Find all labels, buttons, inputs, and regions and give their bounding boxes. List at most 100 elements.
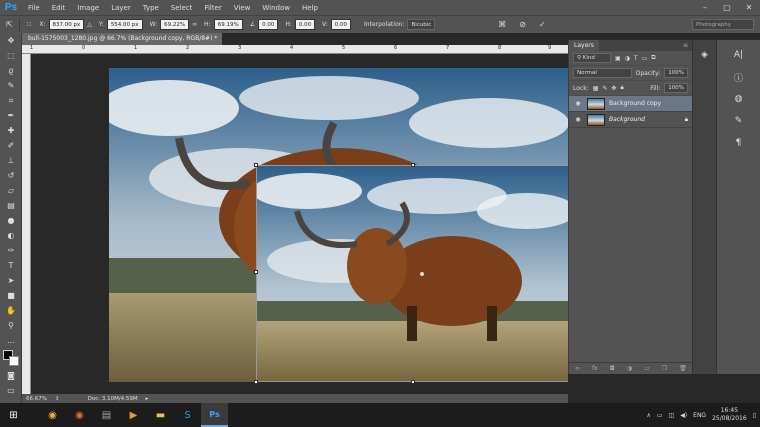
- character-panel-icon[interactable]: A|: [717, 44, 760, 66]
- layer-row[interactable]: ◉ Background copy: [569, 96, 692, 112]
- volume-icon[interactable]: ◀): [680, 412, 687, 419]
- lasso-tool-icon[interactable]: ϱ: [0, 63, 22, 78]
- more-tools-icon[interactable]: …: [0, 333, 22, 348]
- gradient-tool-icon[interactable]: ▤: [0, 198, 22, 213]
- brush-panel-icon[interactable]: ✎: [717, 110, 760, 132]
- transform-handle[interactable]: [254, 163, 258, 167]
- eyedropper-tool-icon[interactable]: ✒: [0, 108, 22, 123]
- menu-type[interactable]: Type: [137, 4, 165, 12]
- zoom-tool-icon[interactable]: ⚲: [0, 318, 22, 333]
- filter-pixel-icon[interactable]: ▣: [615, 55, 621, 62]
- language-indicator[interactable]: ENG: [693, 412, 706, 419]
- group-icon[interactable]: ▭: [644, 365, 650, 372]
- lock-paint-icon[interactable]: ✎: [602, 85, 607, 92]
- menu-image[interactable]: Image: [71, 4, 105, 12]
- hskew-field[interactable]: 0.00: [294, 19, 316, 30]
- menu-edit[interactable]: Edit: [46, 4, 72, 12]
- lock-position-icon[interactable]: ✥: [611, 85, 616, 92]
- transform-handle[interactable]: [411, 163, 415, 167]
- fill-field[interactable]: 100%: [664, 83, 688, 93]
- screen-mode-icon[interactable]: ▭: [0, 383, 22, 398]
- background-copy-layer-image[interactable]: [256, 165, 568, 382]
- type-tool-icon[interactable]: T: [0, 258, 22, 273]
- transform-handle[interactable]: [254, 380, 258, 384]
- transform-handle[interactable]: [411, 380, 415, 384]
- height-field[interactable]: 69.19%: [213, 19, 243, 30]
- filter-adjust-icon[interactable]: ◑: [625, 55, 630, 62]
- quick-mask-icon[interactable]: ◙: [0, 368, 22, 383]
- show-hidden-icon[interactable]: ∧: [646, 412, 650, 419]
- healing-tool-icon[interactable]: ✚: [0, 123, 22, 138]
- adjustment-layer-icon[interactable]: ◑: [627, 365, 632, 372]
- commit-icon[interactable]: ✓: [539, 20, 546, 29]
- filter-smart-icon[interactable]: ⧉: [651, 54, 655, 62]
- layer-style-icon[interactable]: fx: [592, 365, 598, 372]
- visibility-eye-icon[interactable]: ◉: [573, 116, 583, 123]
- delta-icon[interactable]: △: [87, 21, 92, 28]
- paragraph-panel-icon[interactable]: ¶: [717, 132, 760, 154]
- media-player-icon[interactable]: ▶: [120, 403, 147, 427]
- warp-icon[interactable]: ⌘: [498, 20, 506, 29]
- shape-tool-icon[interactable]: ■: [0, 288, 22, 303]
- new-layer-icon[interactable]: ❐: [662, 365, 667, 372]
- x-field[interactable]: 837.00 px: [48, 19, 85, 30]
- menu-select[interactable]: Select: [165, 4, 199, 12]
- canvas-area[interactable]: [31, 54, 568, 394]
- color-panel-icon[interactable]: ◍: [717, 88, 760, 110]
- clock[interactable]: 16:45 25/08/2016: [712, 407, 747, 423]
- vskew-field[interactable]: 0.00: [330, 19, 352, 30]
- workspace-select[interactable]: Photography: [692, 19, 754, 30]
- interpolation-select[interactable]: Bicubic: [407, 19, 436, 30]
- hand-tool-icon[interactable]: ✋: [0, 303, 22, 318]
- menu-filter[interactable]: Filter: [198, 4, 227, 12]
- rotate-field[interactable]: 0.00: [258, 19, 279, 30]
- filter-shape-icon[interactable]: ▭: [642, 55, 648, 62]
- action-center-icon[interactable]: ▯: [753, 412, 756, 419]
- eraser-tool-icon[interactable]: ▱: [0, 183, 22, 198]
- share-icon[interactable]: ⇪: [55, 396, 60, 402]
- quick-select-tool-icon[interactable]: ✎: [0, 78, 22, 93]
- close-button[interactable]: ✕: [738, 0, 760, 15]
- lock-all-icon[interactable]: 🔒︎: [620, 84, 623, 92]
- delete-layer-icon[interactable]: 🗑︎: [679, 365, 687, 372]
- add-mask-icon[interactable]: ◘: [610, 365, 615, 372]
- maximize-button[interactable]: ▢: [716, 0, 738, 15]
- crop-tool-icon[interactable]: ⌗: [0, 93, 22, 108]
- link-layers-icon[interactable]: ∞: [575, 365, 580, 372]
- link-icon[interactable]: ∞: [192, 21, 197, 28]
- reference-point-icon[interactable]: ⁙: [26, 20, 33, 29]
- filter-type-icon[interactable]: T: [634, 55, 638, 62]
- path-select-tool-icon[interactable]: ➤: [0, 273, 22, 288]
- pen-tool-icon[interactable]: ✑: [0, 243, 22, 258]
- background-color-swatch[interactable]: [9, 356, 19, 366]
- folder-icon[interactable]: ▬: [147, 403, 174, 427]
- layer-name[interactable]: Background: [609, 116, 645, 123]
- lock-pixels-icon[interactable]: ▦: [593, 85, 599, 92]
- dodge-tool-icon[interactable]: ◐: [0, 228, 22, 243]
- menu-view[interactable]: View: [228, 4, 257, 12]
- brush-tool-icon[interactable]: ✐: [0, 138, 22, 153]
- menu-file[interactable]: File: [22, 4, 46, 12]
- y-field[interactable]: 554.00 px: [106, 19, 143, 30]
- blur-tool-icon[interactable]: ●: [0, 213, 22, 228]
- menu-window[interactable]: Window: [256, 4, 296, 12]
- network-icon[interactable]: ◫: [669, 412, 675, 419]
- kind-filter-select[interactable]: ⚲ Kind: [573, 53, 611, 63]
- layer-name[interactable]: Background copy: [609, 100, 661, 107]
- move-tool-icon[interactable]: ✥: [0, 33, 22, 48]
- zoom-level[interactable]: 66.67%: [26, 396, 47, 402]
- width-field[interactable]: 69.22%: [160, 19, 190, 30]
- info-panel-icon[interactable]: ⓘ: [717, 66, 760, 88]
- stamp-tool-icon[interactable]: ⊥: [0, 153, 22, 168]
- notification-icon[interactable]: ▭: [657, 412, 663, 419]
- skype-icon[interactable]: S: [174, 403, 201, 427]
- transform-tool-icon[interactable]: ⇱: [6, 20, 13, 29]
- status-arrow-icon[interactable]: ▸: [146, 396, 149, 402]
- panel-menu-icon[interactable]: ≡: [683, 42, 692, 49]
- blend-mode-select[interactable]: Normal: [573, 68, 632, 78]
- document-tab[interactable]: bull-1575003_1280.jpg @ 66.7% (Backgroun…: [22, 33, 222, 54]
- history-brush-icon[interactable]: ↺: [0, 168, 22, 183]
- layers-tab[interactable]: Layers: [569, 40, 599, 51]
- photoshop-taskbar-icon[interactable]: Ps: [201, 403, 228, 427]
- visibility-eye-icon[interactable]: ◉: [573, 100, 583, 107]
